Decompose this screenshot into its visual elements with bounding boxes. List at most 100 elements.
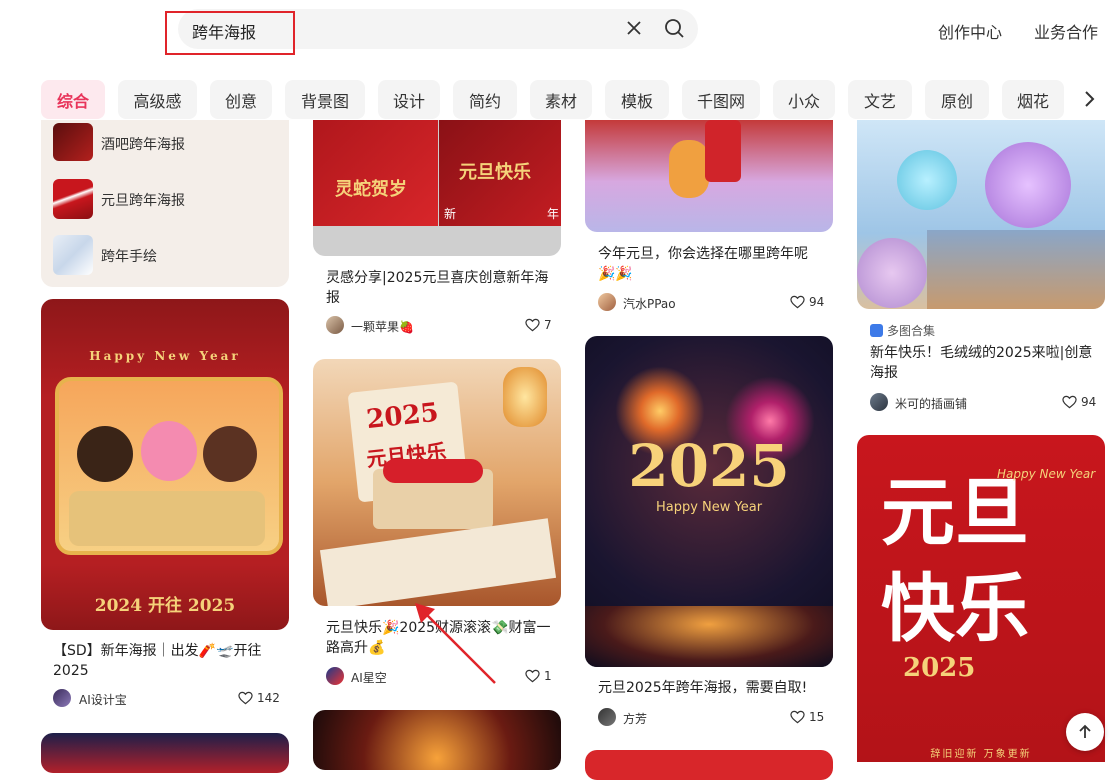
avatar[interactable] <box>53 689 71 707</box>
card-image[interactable]: 2025 Happy New Year <box>585 336 833 667</box>
like-button[interactable]: 1 <box>525 669 552 683</box>
card-title[interactable]: 灵感分享|2025元旦喜庆创意新年海报 <box>326 268 551 308</box>
tag-simple[interactable]: 简约 <box>453 80 517 119</box>
author-name[interactable]: 方芳 <box>623 710 647 727</box>
related-thumb[interactable] <box>53 179 93 219</box>
heart-icon <box>525 669 540 683</box>
heart-icon <box>1062 395 1077 409</box>
fluffy-ball <box>897 150 957 210</box>
like-button[interactable]: 7 <box>525 318 552 332</box>
like-button[interactable]: 94 <box>790 295 824 309</box>
author-name[interactable]: 一颗苹果🍓 <box>351 318 414 335</box>
like-button[interactable]: 142 <box>238 691 280 705</box>
poster-text: 元旦快乐 <box>459 162 531 183</box>
tag-background[interactable]: 背景图 <box>285 80 365 119</box>
poster-text: Happy New Year <box>89 349 241 363</box>
tag-qiantuwang[interactable]: 千图网 <box>682 80 760 119</box>
poster-years: 2024 开往 2025 <box>94 596 236 616</box>
tag-creative[interactable]: 创意 <box>210 80 272 119</box>
like-count: 94 <box>809 295 825 309</box>
tag-template[interactable]: 模板 <box>605 80 669 119</box>
card-title[interactable]: 今年元旦，你会选择在哪里跨年呢🎉🎉 <box>598 244 823 284</box>
poster-subtitle: Happy New Year <box>997 467 1096 481</box>
like-count: 94 <box>1081 395 1097 409</box>
avatar[interactable] <box>598 293 616 311</box>
poster-text: 灵蛇贺岁 <box>335 179 407 200</box>
author-name[interactable]: AI设计宝 <box>79 691 127 708</box>
avatar[interactable] <box>598 708 616 726</box>
avatar[interactable] <box>326 667 344 685</box>
tag-original[interactable]: 原创 <box>925 80 989 119</box>
chevron-right-icon[interactable] <box>1076 86 1102 112</box>
city-lights <box>585 606 833 667</box>
card-image[interactable]: 灵蛇贺岁 元旦快乐 新 年 <box>313 120 561 256</box>
scroll-decoration <box>319 518 557 606</box>
poster-illustration <box>55 377 283 555</box>
character-bodies <box>69 491 265 546</box>
character-figure <box>203 426 257 482</box>
collection-label: 多图合集 <box>887 324 936 338</box>
card-image[interactable] <box>585 120 833 232</box>
avatar[interactable] <box>870 393 888 411</box>
card-title[interactable]: 元旦2025年跨年海报，需要自取! <box>598 678 823 698</box>
back-to-top-button[interactable] <box>1066 713 1104 751</box>
tiger-character <box>669 140 709 198</box>
author-name[interactable]: AI星空 <box>351 669 387 686</box>
poster-year: 2025 <box>628 432 790 500</box>
tag-all[interactable]: 综合 <box>41 80 105 119</box>
poster-footer: 辞旧迎新 万象更新 <box>930 749 1032 760</box>
annotation-highlight-box <box>165 11 295 55</box>
card-image[interactable]: Happy New Year 2024 开往 2025 <box>41 299 289 630</box>
annotation-arrow <box>415 603 496 684</box>
related-item-bar-poster[interactable]: 酒吧跨年海报 <box>101 134 185 154</box>
like-button[interactable]: 94 <box>1062 395 1096 409</box>
tag-niche[interactable]: 小众 <box>773 80 835 119</box>
city-skyline <box>927 230 1105 309</box>
card-image[interactable] <box>41 733 289 773</box>
tag-design[interactable]: 设计 <box>378 80 440 119</box>
avatar[interactable] <box>326 316 344 334</box>
card-image[interactable] <box>585 750 833 780</box>
card-image[interactable]: 元旦快乐 Happy New Year 2025 辞旧迎新 万象更新 <box>857 435 1105 762</box>
like-button[interactable]: 15 <box>790 710 824 724</box>
card-image[interactable] <box>857 120 1105 309</box>
tag-material[interactable]: 素材 <box>530 80 592 119</box>
tag-premium[interactable]: 高级感 <box>118 80 197 119</box>
card-title[interactable]: 新年快乐！毛绒绒的2025来啦|创意海报 <box>870 343 1095 383</box>
related-item-handdrawn[interactable]: 跨年手绘 <box>101 246 157 266</box>
like-count: 1 <box>544 669 552 683</box>
business-link[interactable]: 业务合作 <box>1034 19 1098 43</box>
poster-text: 年 <box>547 207 560 221</box>
tag-literary[interactable]: 文艺 <box>848 80 912 119</box>
card-image[interactable] <box>313 710 561 770</box>
author-name[interactable]: 米可的插画铺 <box>895 395 967 412</box>
close-icon[interactable] <box>624 18 644 38</box>
poster-year: 2025 <box>364 397 441 436</box>
heart-icon <box>238 691 253 705</box>
related-thumb[interactable] <box>53 123 93 161</box>
card-image[interactable]: 2025 元旦快乐 <box>313 359 561 606</box>
poster-subtitle: Happy New Year <box>655 500 763 515</box>
fluffy-ball <box>985 142 1071 228</box>
character-figure <box>141 421 197 481</box>
related-thumb[interactable] <box>53 235 93 275</box>
heart-icon <box>525 318 540 332</box>
tag-fireworks[interactable]: 烟花 <box>1002 80 1064 119</box>
like-count: 15 <box>809 710 825 724</box>
collection-badge: 多图合集 <box>870 322 935 339</box>
related-item-newyear-poster[interactable]: 元旦跨年海报 <box>101 190 185 210</box>
poster-year: 2025 <box>903 653 976 683</box>
poster-left: 灵蛇贺岁 <box>313 120 438 226</box>
search-icon[interactable] <box>663 17 685 39</box>
heart-icon <box>790 295 805 309</box>
poster-text: 新 <box>444 207 457 221</box>
card-title[interactable]: 【SD】新年海报｜出发🧨🛫开往 2025 <box>53 641 273 681</box>
lantern-decoration <box>503 367 547 427</box>
creation-center-link[interactable]: 创作中心 <box>938 19 1002 43</box>
author-name[interactable]: 汽水PPao <box>623 295 676 312</box>
strawberries <box>383 459 483 483</box>
character-figure <box>77 426 133 482</box>
like-count: 7 <box>544 318 552 332</box>
heart-icon <box>790 710 805 724</box>
poster-text: 元旦快乐 <box>881 470 1029 652</box>
